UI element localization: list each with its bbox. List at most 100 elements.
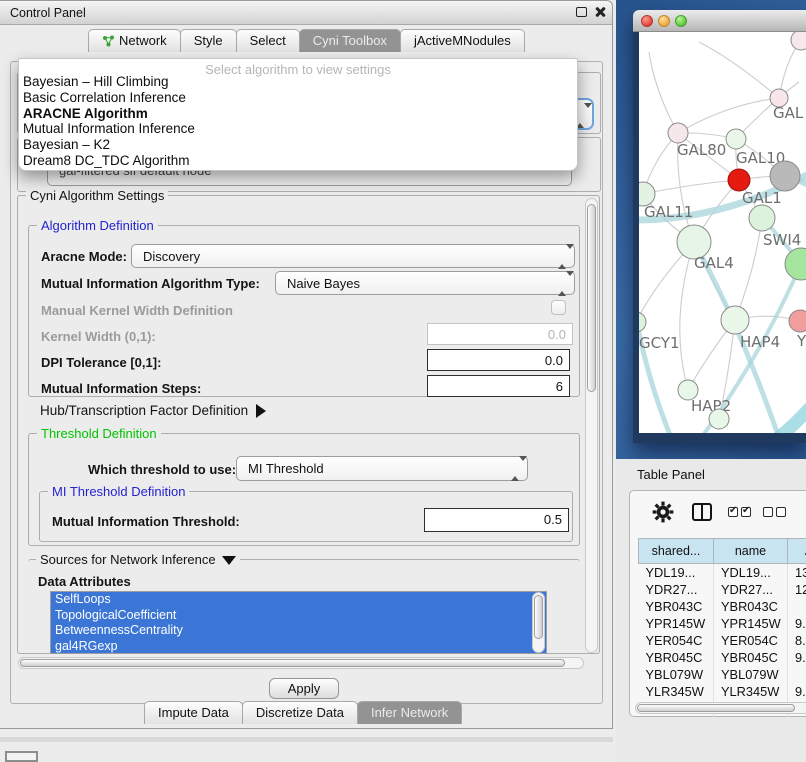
tab-impute-data-label: Impute Data (158, 705, 229, 720)
network-edge[interactable] (649, 52, 678, 133)
mi-threshold-field[interactable]: 0.5 (424, 508, 569, 532)
close-traffic-icon[interactable] (641, 15, 653, 27)
close-icon[interactable] (594, 6, 606, 18)
network-node-y[interactable] (789, 310, 806, 332)
hub-factor-toggle[interactable]: Hub/Transcription Factor Definition (40, 403, 266, 418)
tab-jactivemnodules[interactable]: jActiveMNodules (400, 29, 525, 52)
data-attributes-list[interactable]: SelfLoopsTopologicalCoefficientBetweenne… (50, 591, 547, 654)
table-column-header[interactable]: name (714, 539, 788, 564)
select-all-check-icon[interactable] (728, 507, 738, 517)
table-horizontal-scrollbar[interactable] (635, 702, 806, 714)
attributes-list-scrollbar[interactable] (532, 592, 545, 653)
dropdown-item[interactable]: Dream8 DC_TDC Algorithm (19, 153, 577, 169)
mi-steps-field[interactable]: 6 (427, 375, 570, 397)
mi-type-combo[interactable]: Naive Bayes (275, 271, 575, 295)
tab-impute-data[interactable]: Impute Data (144, 701, 243, 724)
aracne-mode-value: Discovery (143, 249, 200, 264)
table-cell: 9. (788, 615, 806, 632)
deselect-all-icon[interactable] (763, 507, 773, 517)
network-canvas[interactable]: GALGAL80GAL10GAL1GAL11SWI4GAL4GCY1HAP4YH… (639, 32, 806, 433)
scrollbar-thumb[interactable] (20, 659, 565, 667)
scrollbar-thumb[interactable] (637, 704, 795, 712)
aracne-mode-label: Aracne Mode: (41, 249, 127, 264)
dropdown-item[interactable]: ARACNE Algorithm (19, 106, 577, 122)
table-row[interactable]: YPR145WYPR145W9. (639, 615, 806, 632)
manual-kernel-label: Manual Kernel Width Definition (41, 303, 233, 318)
network-node[interactable] (770, 161, 800, 191)
network-window-titlebar[interactable] (633, 10, 806, 32)
table-row[interactable]: YDL19...YDL19...13 (639, 564, 806, 581)
aracne-mode-combo[interactable]: Discovery (131, 244, 575, 268)
control-panel-titlebar: Control Panel (0, 1, 612, 25)
tab-select[interactable]: Select (236, 29, 300, 52)
kernel-width-field[interactable]: 0.0 (427, 323, 573, 345)
dpi-tolerance-field[interactable]: 0.0 (427, 349, 570, 371)
table-row[interactable]: YDR27...YDR27...12 (639, 581, 806, 598)
column-view-icon[interactable] (692, 503, 712, 521)
attribute-list-item[interactable]: BetweennessCentrality (51, 623, 546, 639)
network-node[interactable] (785, 248, 806, 280)
network-edge[interactable] (678, 98, 779, 133)
node-table[interactable]: shared...nameA YDL19...YDL19...13YDR27..… (638, 538, 806, 717)
network-node-gcy1[interactable] (639, 312, 646, 332)
table-row[interactable]: YLR345WYLR345W9. (639, 683, 806, 700)
attribute-list-item[interactable]: TopologicalCoefficient (51, 608, 546, 624)
table-cell: YBR045C (639, 649, 714, 666)
network-node-gal1[interactable] (728, 169, 750, 191)
network-node-hap4[interactable] (721, 306, 749, 334)
gear-icon[interactable] (652, 501, 674, 523)
network-edge[interactable] (639, 287, 684, 433)
network-graph: GALGAL80GAL10GAL1GAL11SWI4GAL4GCY1HAP4YH… (639, 32, 806, 433)
network-node-swi4[interactable] (749, 205, 775, 231)
network-edge[interactable] (643, 180, 739, 194)
scrollbar-thumb[interactable] (534, 595, 543, 639)
attribute-list-item[interactable]: SelfLoops (51, 592, 546, 608)
tab-infer-network[interactable]: Infer Network (357, 701, 462, 724)
settings-vertical-scrollbar[interactable] (585, 198, 598, 653)
table-row[interactable]: YBR043CYBR043C (639, 598, 806, 615)
minimize-traffic-icon[interactable] (658, 15, 670, 27)
dropdown-item[interactable]: Bayesian – K2 (19, 137, 577, 153)
dpi-tolerance-label: DPI Tolerance [0,1]: (41, 355, 161, 370)
deselect-all-icon-2[interactable] (776, 507, 786, 517)
network-edge[interactable] (699, 42, 779, 98)
attribute-list-item[interactable]: gal4RGexp (51, 639, 546, 655)
select-all-check-icon-2[interactable] (741, 507, 751, 517)
float-window-icon[interactable] (576, 7, 587, 17)
scrollbar-thumb[interactable] (587, 204, 596, 392)
zoom-traffic-icon[interactable] (675, 15, 687, 27)
network-node[interactable] (709, 409, 729, 429)
table-cell: YLR345W (714, 683, 788, 700)
sources-title[interactable]: Sources for Network Inference (36, 552, 240, 567)
tab-discretize-data[interactable]: Discretize Data (242, 701, 358, 724)
network-node-gal80[interactable] (668, 123, 688, 143)
dropdown-item[interactable]: Basic Correlation Inference (19, 90, 577, 106)
settings-horizontal-scrollbar[interactable] (18, 657, 584, 669)
network-edge[interactable] (680, 242, 694, 390)
table-header[interactable]: shared...nameA (639, 539, 806, 564)
table-column-header[interactable]: A (788, 539, 806, 564)
algorithm-definition-title: Algorithm Definition (37, 218, 158, 233)
manual-kernel-checkbox[interactable] (551, 300, 566, 315)
network-node-gal10[interactable] (726, 129, 746, 149)
tab-network[interactable]: Network (88, 29, 181, 52)
which-threshold-combo[interactable]: MI Threshold (236, 456, 528, 481)
apply-button[interactable]: Apply (269, 678, 339, 699)
network-icon (102, 35, 115, 47)
table-column-header[interactable]: shared... (639, 539, 714, 564)
data-attributes-label: Data Attributes (38, 574, 131, 589)
tab-network-label: Network (119, 33, 167, 48)
cyni-algorithm-settings-title: Cyni Algorithm Settings (26, 188, 168, 203)
mi-type-label: Mutual Information Algorithm Type: (41, 276, 260, 291)
table-row[interactable]: YBR045CYBR045C9. (639, 649, 806, 666)
table-row[interactable]: YER054CYER054C8. (639, 632, 806, 649)
tab-style[interactable]: Style (180, 29, 237, 52)
table-row[interactable]: YBL079WYBL079W (639, 666, 806, 683)
dropdown-item[interactable]: Mutual Information Inference (19, 121, 577, 137)
table-panel-title: Table Panel (637, 467, 705, 482)
network-edge[interactable] (735, 218, 762, 320)
combo-spinner-icon (558, 249, 567, 264)
network-node[interactable] (791, 32, 806, 50)
table-cell: YLR345W (639, 683, 714, 700)
tab-cyni-toolbox[interactable]: Cyni Toolbox (299, 29, 401, 52)
